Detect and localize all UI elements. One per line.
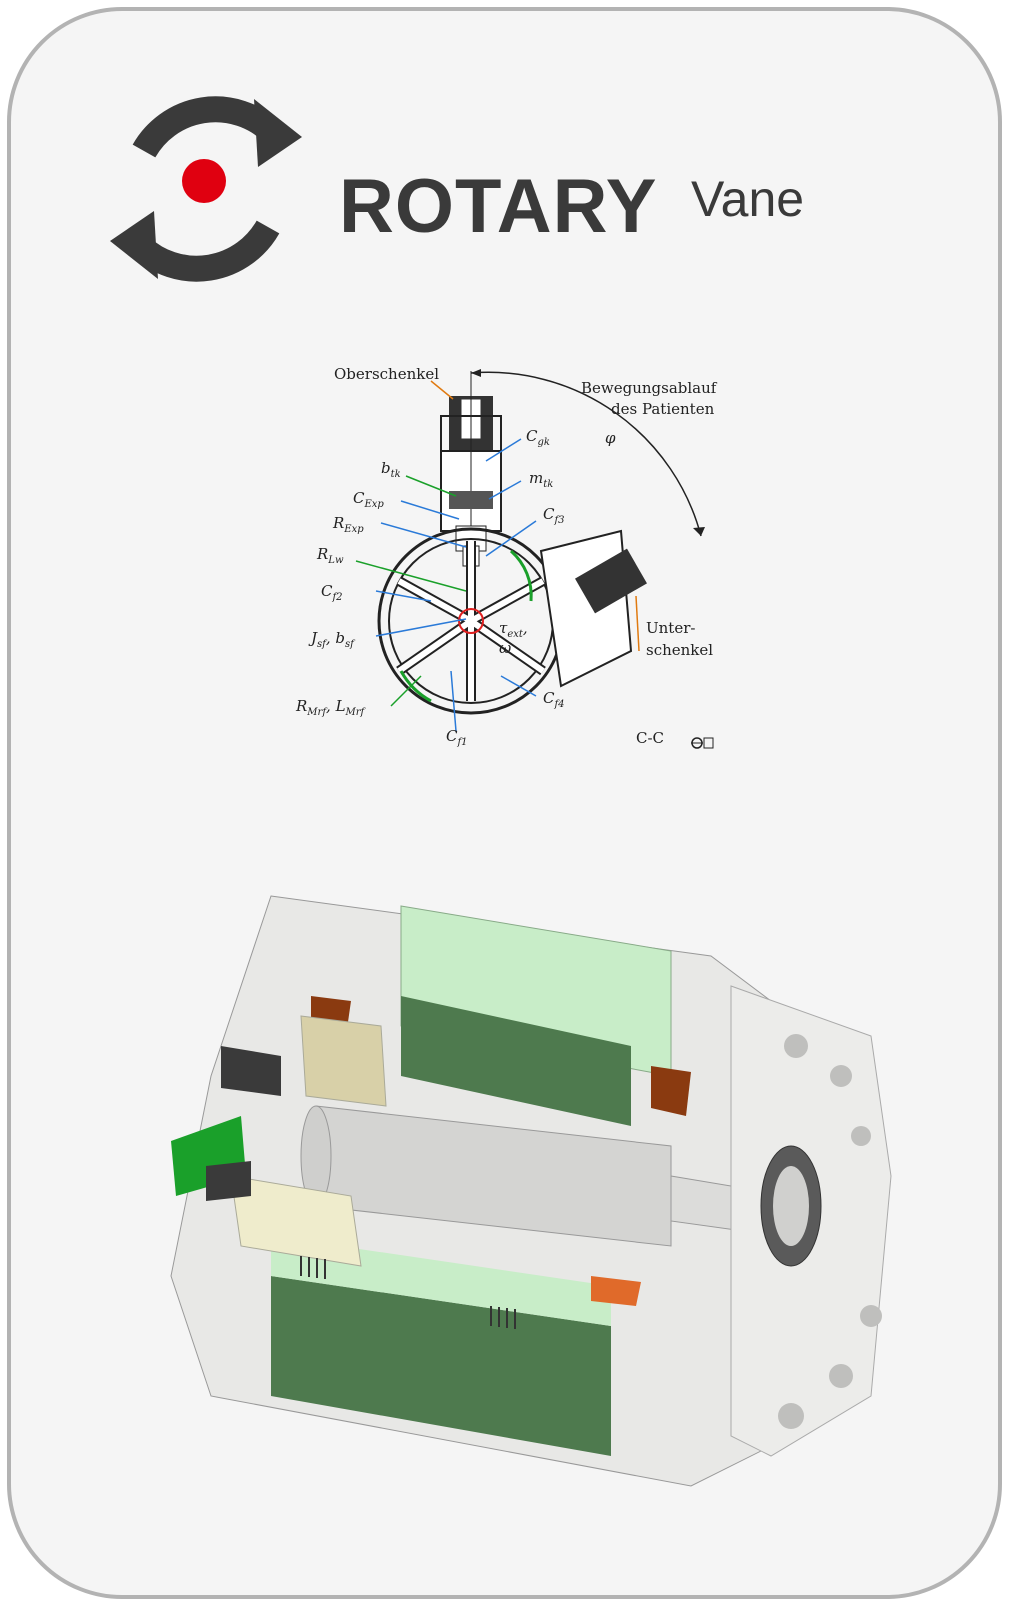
damper-element <box>449 491 493 509</box>
label-phi: φ <box>605 429 616 447</box>
label-bewegung-2: des Patienten <box>611 400 715 418</box>
section-view-icon <box>691 737 714 749</box>
label-rexp: RExp <box>332 514 364 535</box>
label-oberschenkel: Oberschenkel <box>334 365 439 383</box>
label-cf4: Cf4 <box>543 689 565 710</box>
brand-suffix: Vane <box>691 171 805 227</box>
brand-name: ROTARY <box>339 164 658 249</box>
rotary-vane-diagram: Oberschenkel Bewegungsablauf des Patient… <box>295 365 718 749</box>
label-omega: ω <box>499 639 511 657</box>
logo-dot <box>182 159 226 203</box>
label-rlw: RLw <box>316 545 344 566</box>
coil-upper-right <box>651 1066 691 1116</box>
label-rmrf-lmrf: RMrf, LMrf <box>295 697 367 718</box>
label-btk: btk <box>381 459 401 480</box>
label-unter-2: schenkel <box>646 641 713 659</box>
label-cgk: Cgk <box>526 427 550 448</box>
label-bewegung-1: Bewegungsablauf <box>581 379 718 397</box>
label-section: C-C <box>636 729 664 747</box>
label-jsf-bsf: Jsf, bsf <box>308 629 356 650</box>
label-cf1: Cf1 <box>446 727 468 748</box>
label-cf3: Cf3 <box>543 505 565 526</box>
product-card: ROTARY Vane Oberschenkel Bewegungsablauf… <box>7 7 1002 1599</box>
label-mtk: mtk <box>529 469 553 490</box>
label-cexp: CExp <box>353 489 384 510</box>
label-tau: τext, <box>499 619 528 640</box>
label-cf2: Cf2 <box>321 582 343 603</box>
rotary-logo-icon <box>106 89 306 289</box>
label-unter-1: Unter- <box>646 619 695 637</box>
actuator-cutaway-render <box>170 895 892 1487</box>
